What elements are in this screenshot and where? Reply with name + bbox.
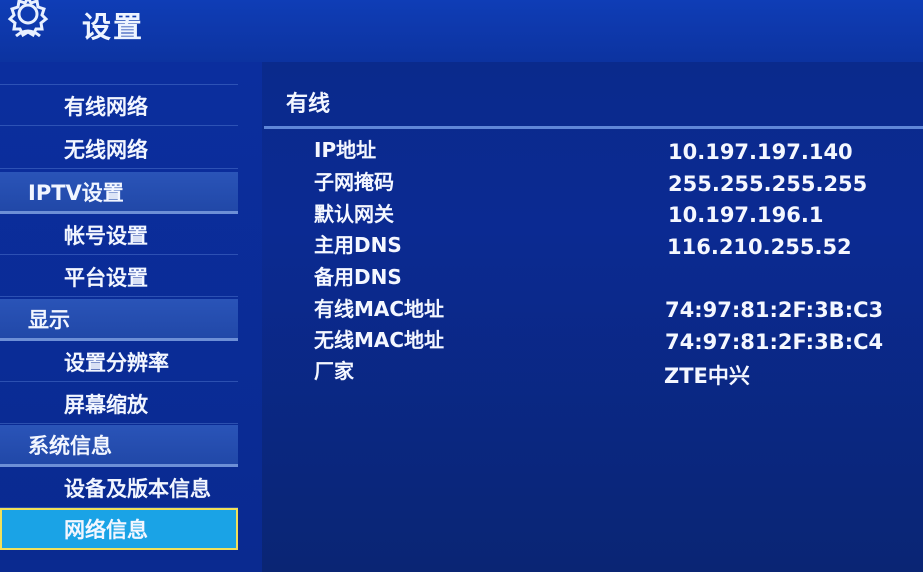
sidebar-item-label: 平台设置 [64, 265, 148, 290]
subnet-mask-value: 255.255.255.255 [668, 172, 868, 196]
wireless-mac-value: 74:97:81:2F:3B:C4 [665, 330, 884, 354]
sidebar-item-resolution[interactable]: 设置分辨率 [0, 342, 238, 382]
sidebar-item-network-info[interactable]: 网络信息 [0, 508, 238, 550]
ip-address-label: IP地址 [314, 138, 377, 162]
default-gateway-value: 10.197.196.1 [668, 203, 824, 227]
sidebar-item-label: 设备及版本信息 [64, 476, 211, 501]
sidebar-category-label: 显示 [28, 307, 70, 332]
sidebar-item-label: 帐号设置 [64, 223, 148, 248]
sidebar-item-label: 有线网络 [64, 94, 148, 119]
subnet-mask-label: 子网掩码 [314, 170, 394, 194]
primary-dns-value: 116.210.255.52 [667, 235, 852, 259]
sidebar-item-account-settings[interactable]: 帐号设置 [0, 215, 238, 255]
panel-divider [264, 126, 923, 129]
secondary-dns-label: 备用DNS [314, 265, 402, 289]
sidebar-item-platform-settings[interactable]: 平台设置 [0, 257, 238, 297]
page-title: 设置 [82, 10, 145, 44]
sidebar-category-system-info[interactable]: 系统信息 [0, 425, 238, 467]
sidebar-item-wired-network[interactable]: 有线网络 [0, 86, 238, 126]
default-gateway-label: 默认网关 [314, 202, 394, 226]
gear-icon [7, 0, 49, 38]
sidebar-category-iptv[interactable]: IPTV设置 [0, 172, 238, 214]
sidebar-item-label: 网络信息 [64, 518, 148, 542]
sidebar-item-device-version[interactable]: 设备及版本信息 [0, 468, 238, 508]
manufacturer-label: 厂家 [314, 359, 354, 383]
sidebar-category-label: IPTV设置 [28, 180, 124, 205]
header-bar: 设置 [0, 0, 923, 62]
wireless-mac-label: 无线MAC地址 [314, 328, 445, 352]
sidebar-item-wireless-network[interactable]: 无线网络 [0, 129, 238, 169]
panel-title: 有线 [286, 92, 331, 117]
wired-mac-value: 74:97:81:2F:3B:C3 [665, 298, 884, 322]
sidebar-item-screen-zoom[interactable]: 屏幕缩放 [0, 384, 238, 424]
wired-mac-label: 有线MAC地址 [314, 297, 445, 321]
sidebar-item-label: 无线网络 [64, 137, 148, 162]
primary-dns-label: 主用DNS [314, 233, 402, 257]
ip-address-value: 10.197.197.140 [668, 140, 853, 164]
manufacturer-value: ZTE中兴 [664, 364, 750, 388]
sidebar-item-label: 设置分辨率 [64, 350, 169, 375]
sidebar-category-display[interactable]: 显示 [0, 299, 238, 341]
sidebar-item-label: 屏幕缩放 [64, 392, 148, 417]
sidebar-divider [0, 62, 238, 85]
sidebar-category-label: 系统信息 [28, 433, 112, 458]
